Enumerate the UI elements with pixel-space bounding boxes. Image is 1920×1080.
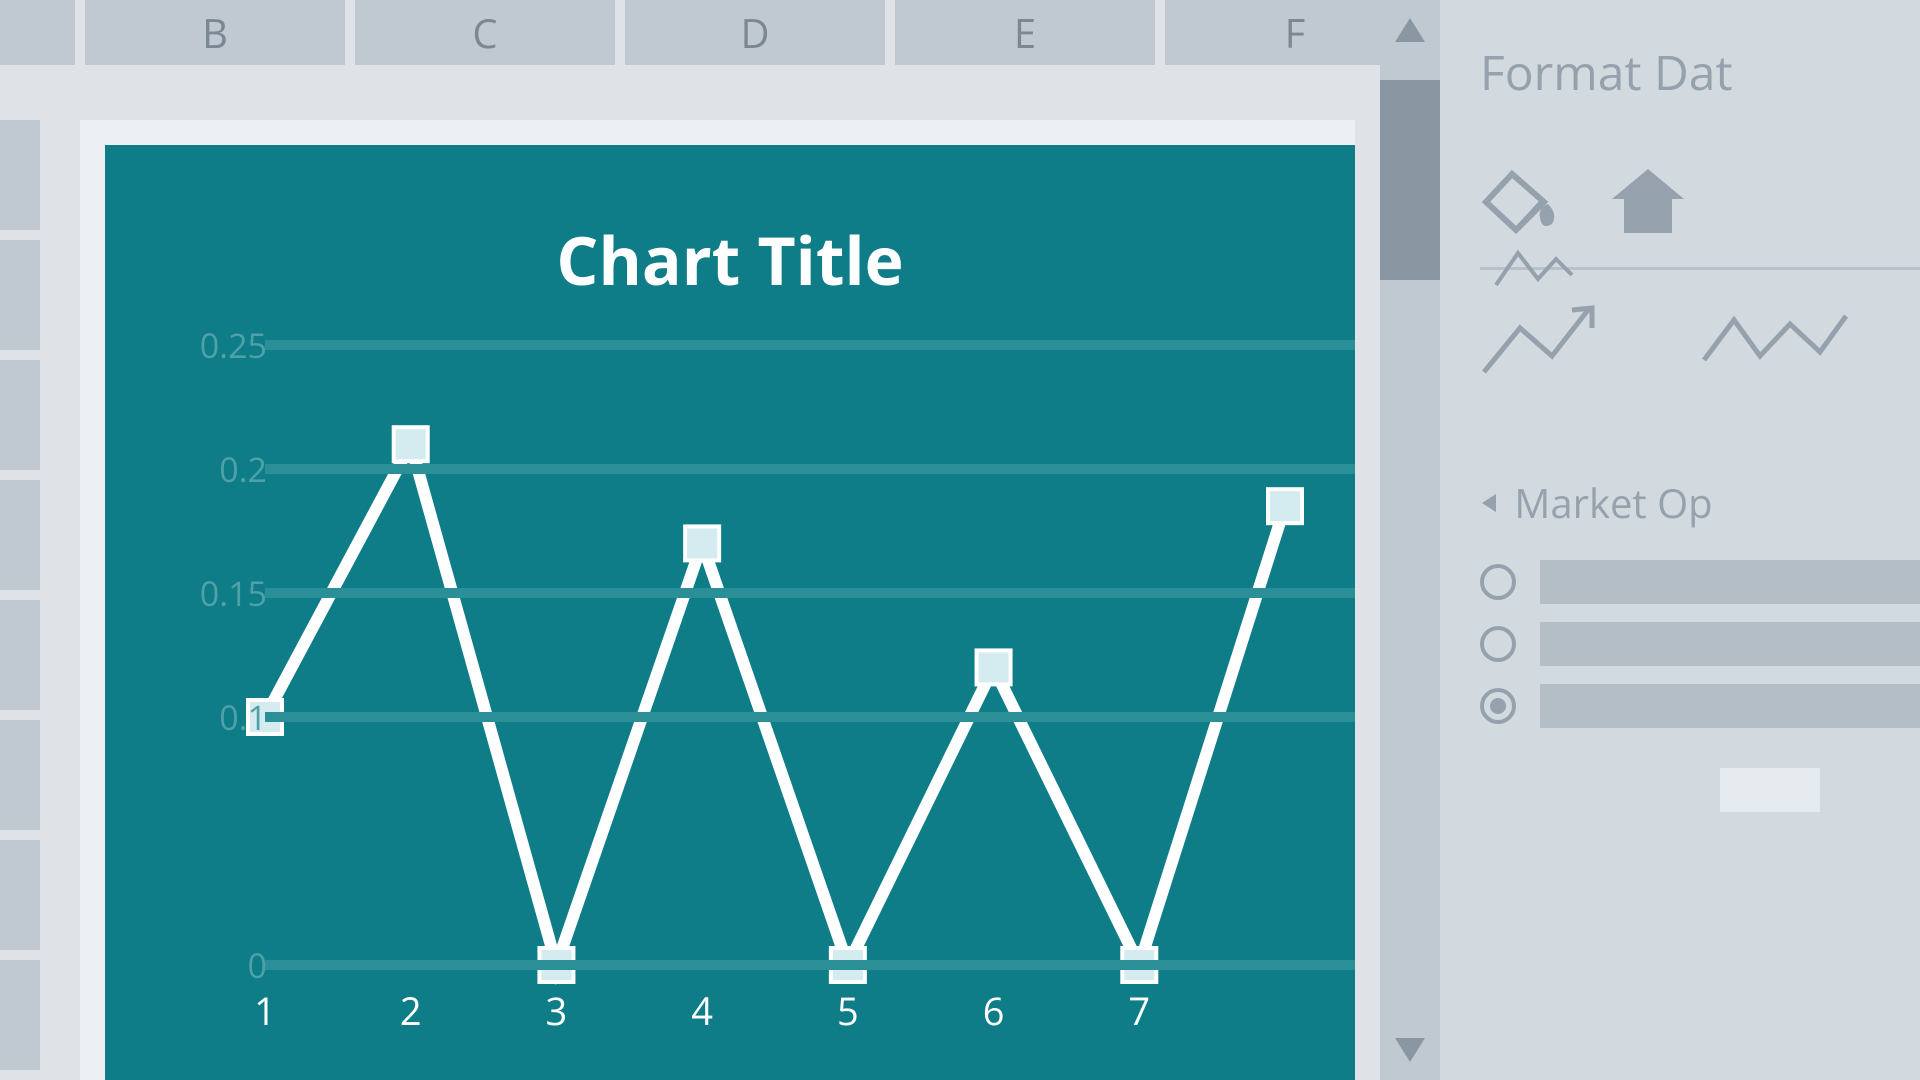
gridline xyxy=(265,464,1355,474)
sparkline-zigzag-icon[interactable] xyxy=(1700,300,1850,385)
chart[interactable]: Chart Title 0 0.1 0.15 0.2 0.25 1 2 3 4 5 6 7 xyxy=(105,145,1355,1080)
chart-title[interactable]: Chart Title xyxy=(105,215,1355,305)
section-title-text: Market Op xyxy=(1514,475,1712,530)
plot-area: 00.10.150.20.25 xyxy=(195,345,1355,965)
y-tick-label: 0.2 xyxy=(195,446,267,492)
data-marker[interactable] xyxy=(1268,489,1302,523)
x-tick-label: 4 xyxy=(691,985,713,1037)
x-tick-label: 1 xyxy=(254,985,276,1037)
format-pane-title: Format Dat xyxy=(1480,40,1920,105)
column-header[interactable]: E xyxy=(895,0,1155,65)
divider xyxy=(1480,267,1920,270)
input-stub[interactable] xyxy=(1720,768,1820,812)
row-header[interactable] xyxy=(0,960,40,1070)
gridline xyxy=(265,340,1355,350)
format-icon-row xyxy=(1480,165,1920,242)
option-bar xyxy=(1540,560,1920,604)
chart-container: Chart Title 0 0.1 0.15 0.2 0.25 1 2 3 4 5 6 7 xyxy=(80,120,1355,1080)
column-header[interactable]: C xyxy=(355,0,615,65)
row-header[interactable] xyxy=(0,840,40,950)
collapse-triangle-icon[interactable] xyxy=(1480,471,1498,526)
row-header[interactable] xyxy=(0,240,40,350)
paint-bucket-icon[interactable] xyxy=(1480,166,1560,241)
section-title[interactable]: Market Op xyxy=(1480,475,1920,530)
row-headers xyxy=(0,120,40,1070)
gridline xyxy=(265,588,1355,598)
vertical-scrollbar[interactable] xyxy=(1380,0,1440,1080)
sparkline-row xyxy=(1480,300,1920,385)
data-marker[interactable] xyxy=(977,650,1011,684)
x-tick-label: 2 xyxy=(400,985,422,1037)
option-row[interactable] xyxy=(1480,560,1920,604)
row-header[interactable] xyxy=(0,720,40,830)
x-tick-label: 5 xyxy=(837,985,859,1037)
option-row[interactable] xyxy=(1480,622,1920,666)
house-icon[interactable] xyxy=(1608,165,1688,242)
column-header[interactable] xyxy=(0,0,75,65)
scroll-down-arrow-icon[interactable] xyxy=(1380,1020,1440,1080)
x-tick-label: 3 xyxy=(546,985,568,1037)
gridline xyxy=(265,960,1355,970)
x-tick-label: 7 xyxy=(1128,985,1150,1037)
row-header[interactable] xyxy=(0,480,40,590)
row-header[interactable] xyxy=(0,360,40,470)
x-axis-labels: 1 2 3 4 5 6 7 xyxy=(195,985,1355,1045)
sparkline-up-icon[interactable] xyxy=(1480,300,1620,385)
option-row[interactable] xyxy=(1480,684,1920,728)
y-tick-label: 0 xyxy=(195,942,267,988)
scroll-up-arrow-icon[interactable] xyxy=(1380,0,1440,60)
radio-icon[interactable] xyxy=(1480,688,1516,724)
x-tick-label: 6 xyxy=(983,985,1005,1037)
radio-icon[interactable] xyxy=(1480,564,1516,600)
format-pane: Format Dat xyxy=(1440,0,1920,1080)
scroll-thumb[interactable] xyxy=(1380,80,1440,280)
column-header[interactable]: B xyxy=(85,0,345,65)
gridline xyxy=(265,712,1355,722)
option-bar xyxy=(1540,684,1920,728)
data-marker[interactable] xyxy=(394,427,428,461)
option-bar xyxy=(1540,622,1920,666)
y-tick-label: 0.1 xyxy=(195,694,267,740)
y-tick-label: 0.15 xyxy=(195,570,267,616)
column-header[interactable]: D xyxy=(625,0,885,65)
row-header[interactable] xyxy=(0,600,40,710)
data-marker[interactable] xyxy=(685,526,719,560)
y-tick-label: 0.25 xyxy=(195,322,267,368)
radio-icon[interactable] xyxy=(1480,626,1516,662)
row-header[interactable] xyxy=(0,120,40,230)
